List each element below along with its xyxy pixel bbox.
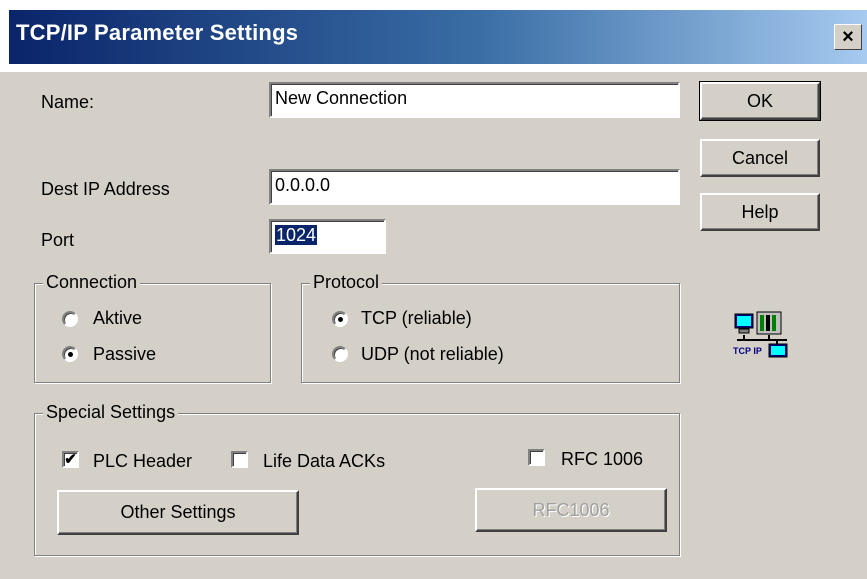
dest-ip-input-value: 0.0.0.0 <box>275 175 331 195</box>
port-label: Port <box>41 230 75 250</box>
help-button-label: Help <box>741 201 779 222</box>
aktive-label[interactable]: Aktive <box>93 308 142 329</box>
ok-button-label: OK <box>746 90 773 111</box>
protocol-legend: Protocol <box>310 272 383 293</box>
rfc-1006-checkbox[interactable] <box>528 449 545 466</box>
dest-ip-label: Dest IP Address <box>41 179 170 199</box>
close-icon[interactable]: × <box>834 24 862 50</box>
special-settings-legend: Special Settings <box>43 402 179 423</box>
life-data-acks-label[interactable]: Life Data ACKs <box>263 451 385 472</box>
port-input[interactable]: 1024 <box>269 219 386 254</box>
udp-radio[interactable] <box>332 346 348 362</box>
plc-header-checkbox[interactable]: ✔ <box>62 451 79 468</box>
dest-ip-input[interactable]: 0.0.0.0 <box>269 169 680 205</box>
rfc-1006-label[interactable]: RFC 1006 <box>561 449 643 470</box>
dialog-client: Name: New Connection Dest IP Address 0.0… <box>9 72 867 579</box>
plc-header-label[interactable]: PLC Header <box>93 451 192 472</box>
tcp-label[interactable]: TCP (reliable) <box>361 308 472 329</box>
name-label: Name: <box>41 92 95 112</box>
other-settings-button-label: Other Settings <box>120 502 236 522</box>
port-input-value: 1024 <box>275 225 318 245</box>
protocol-group: Protocol <box>301 272 680 383</box>
passive-radio[interactable] <box>62 346 78 362</box>
window-title: TCP/IP Parameter Settings <box>16 20 299 45</box>
life-data-acks-checkbox[interactable] <box>231 451 248 468</box>
connection-group: Connection <box>34 272 271 383</box>
aktive-radio[interactable] <box>62 311 78 327</box>
other-settings-button[interactable]: Other Settings <box>57 490 299 535</box>
plc-header-check-mark: ✔ <box>64 451 77 468</box>
name-input[interactable]: New Connection <box>269 82 680 118</box>
name-input-value: New Connection <box>275 88 408 108</box>
tcp-radio[interactable] <box>332 311 348 327</box>
close-glyph: × <box>842 25 854 48</box>
title-bar: TCP/IP Parameter Settings × <box>0 0 867 72</box>
udp-label[interactable]: UDP (not reliable) <box>361 344 504 365</box>
cancel-button[interactable]: Cancel <box>700 139 820 177</box>
tcpip-network-icon: TCP IP <box>733 310 791 362</box>
rfc1006-button: RFC1006 <box>475 488 667 532</box>
cancel-button-label: Cancel <box>731 147 789 168</box>
connection-legend: Connection <box>43 272 141 293</box>
rfc1006-button-label: RFC1006 <box>532 499 610 520</box>
passive-label[interactable]: Passive <box>93 344 156 365</box>
help-button[interactable]: Help <box>700 193 820 231</box>
tcpip-icon-caption: TCP IP <box>733 346 762 356</box>
ok-button[interactable]: OK <box>699 81 821 121</box>
